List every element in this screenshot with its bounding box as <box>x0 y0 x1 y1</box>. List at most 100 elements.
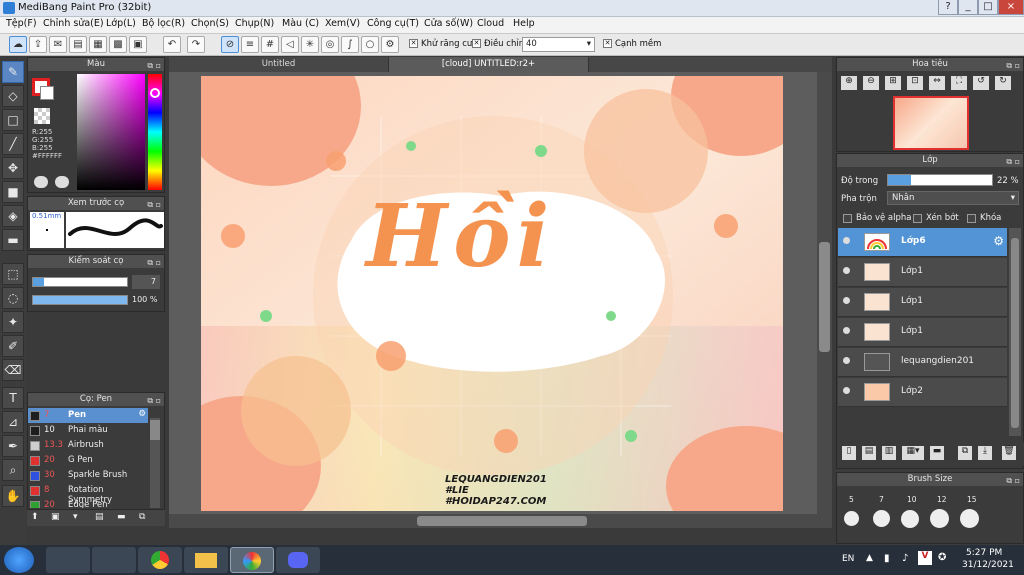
layer-settings-gear-icon[interactable]: ⚙ <box>993 234 1004 248</box>
brush-size-preset[interactable] <box>873 510 890 527</box>
panel-menu-icon[interactable]: ⧉ ▫ <box>1006 155 1020 168</box>
brush-copy-icon[interactable]: ⧉ <box>139 512 145 522</box>
color-wheel-icon[interactable] <box>55 176 69 188</box>
menu-filter[interactable]: Bộ lọc(R) <box>142 18 185 29</box>
menu-view[interactable]: Xem(V) <box>325 18 360 29</box>
menu-cloud[interactable]: Cloud <box>477 18 504 29</box>
menu-layer[interactable]: Lớp(L) <box>106 18 136 29</box>
tab-cloud-untitled[interactable]: [cloud] UNTITLED:r2+ <box>389 57 589 72</box>
brush-opacity-slider[interactable] <box>32 295 128 305</box>
minimize-button[interactable]: _ <box>958 0 978 15</box>
media-player-icon[interactable] <box>46 547 90 573</box>
help-window-button[interactable]: ? <box>938 0 958 15</box>
duplicate-layer-icon[interactable]: ⧉ <box>958 446 972 460</box>
unikey-icon[interactable]: V <box>918 551 932 565</box>
brush-item-airbrush[interactable]: 13.3 Airbrush <box>28 438 148 453</box>
brush-size-slider[interactable] <box>32 277 128 287</box>
protect-alpha-checkbox[interactable] <box>843 214 852 223</box>
flip-icon[interactable]: ⇔ <box>929 76 945 90</box>
start-button[interactable] <box>4 547 34 573</box>
brush-item-fade[interactable]: 10 Phai màu <box>28 423 148 438</box>
select-rect-tool-icon[interactable]: ⬚ <box>2 263 24 285</box>
shape-tool-icon[interactable]: ■ <box>2 181 24 203</box>
menu-capture[interactable]: Chụp(N) <box>235 18 274 29</box>
select-pen-tool-icon[interactable]: ✐ <box>2 335 24 357</box>
document-icon[interactable]: ▦ <box>89 36 107 53</box>
layer-row[interactable]: Lớp1 <box>838 258 1007 287</box>
lock-checkbox[interactable] <box>967 214 976 223</box>
layer-visibility-icon[interactable] <box>843 357 850 364</box>
file-explorer-icon[interactable] <box>184 547 228 573</box>
hand-tool-icon[interactable]: ✋ <box>2 485 24 507</box>
panel-menu-icon[interactable]: ⧉ ▫ <box>147 256 161 269</box>
correction-select[interactable]: 40 ▾ <box>522 37 595 52</box>
delete-layer-icon[interactable]: 🗑 <box>1002 446 1016 460</box>
tab-untitled[interactable]: Untitled <box>169 57 389 72</box>
brush-size-value[interactable]: 7 <box>132 275 160 289</box>
parallel-snap-icon[interactable]: ≡ <box>241 36 259 53</box>
sharp-checkbox[interactable]: ✕ <box>603 39 612 48</box>
add-brush-icon[interactable]: ⬆ <box>31 512 39 522</box>
layer-row[interactable]: lequangdien201 <box>838 348 1007 377</box>
lasso-tool-icon[interactable]: ◌ <box>2 287 24 309</box>
brush-options-icon[interactable]: ▾ <box>73 512 78 522</box>
language-indicator[interactable]: EN <box>842 554 854 564</box>
menu-select[interactable]: Chọn(S) <box>191 18 229 29</box>
tray-expand-icon[interactable]: ▲ <box>866 553 873 563</box>
layer-visibility-icon[interactable] <box>843 327 850 334</box>
merge-layer-icon[interactable]: ⤓ <box>978 446 992 460</box>
concentric-snap-icon[interactable]: ◎ <box>321 36 339 53</box>
brush-size-preset[interactable] <box>844 511 859 526</box>
app-icon-green[interactable] <box>92 547 136 573</box>
palette-icon[interactable] <box>34 176 48 188</box>
fit-icon[interactable]: ⊞ <box>885 76 901 90</box>
brush-new-folder-icon[interactable]: ▬ <box>117 512 126 522</box>
rotate-left-icon[interactable]: ↺ <box>973 76 989 90</box>
actual-size-icon[interactable]: ⊡ <box>907 76 923 90</box>
layer-row[interactable]: Lớp1 <box>838 288 1007 317</box>
brush-item-sparkle[interactable]: 30 Sparkle Brush <box>28 468 148 483</box>
save-icon[interactable]: ▣ <box>129 36 147 53</box>
hue-handle[interactable] <box>150 88 160 98</box>
new-halftone-layer-icon[interactable]: ▤ <box>862 446 876 460</box>
new-layer-icon[interactable]: ▯ <box>842 446 856 460</box>
new-file-icon[interactable]: ▤ <box>69 36 87 53</box>
layer-folder-icon[interactable]: ▬ <box>930 446 944 460</box>
layer-row[interactable]: Lớp1 <box>838 318 1007 347</box>
text-tool-icon[interactable]: T <box>2 387 24 409</box>
eraser-tool-icon[interactable]: ◇ <box>2 85 24 107</box>
network-icon[interactable]: ▮ <box>884 553 890 564</box>
canvas-vertical-scrollbar[interactable] <box>817 72 832 514</box>
clock-time[interactable]: 5:27 PM <box>966 548 1002 558</box>
redo-icon[interactable]: ↷ <box>187 36 205 53</box>
snap-off-icon[interactable]: ⊘ <box>221 36 239 53</box>
menu-color[interactable]: Màu (C) <box>282 18 319 29</box>
add-layer-dropdown-icon[interactable]: ▦▾ <box>902 446 924 460</box>
chrome-icon[interactable] <box>138 547 182 573</box>
brush-settings-gear-icon[interactable]: ⚙ <box>138 409 146 419</box>
color-saturation-field[interactable] <box>77 74 145 190</box>
upload-icon[interactable]: ⇪ <box>29 36 47 53</box>
layer-visibility-icon[interactable] <box>843 387 850 394</box>
layer-opacity-slider[interactable] <box>887 174 993 186</box>
radial-snap-icon[interactable]: ✳ <box>301 36 319 53</box>
tray-app-icon[interactable]: ✪ <box>938 552 946 563</box>
fullscreen-icon[interactable]: ⛶ <box>951 76 967 90</box>
vanishing-point-icon[interactable]: ◁ <box>281 36 299 53</box>
eyedropper-tool-icon[interactable]: ✒ <box>2 435 24 457</box>
correction-checkbox[interactable]: ✕ <box>472 39 481 48</box>
menu-tools[interactable]: Công cụ(T) <box>367 18 419 29</box>
artwork-canvas[interactable]: Hồi LEQUANGDIEN201 #LIE #HOIDAP247.COM <box>201 76 783 511</box>
menu-window[interactable]: Cửa số(W) <box>424 18 473 29</box>
clipping-checkbox[interactable] <box>913 214 922 223</box>
snap-settings-gear-icon[interactable]: ⚙ <box>381 36 399 53</box>
circle-snap-icon[interactable]: ○ <box>361 36 379 53</box>
maximize-button[interactable]: □ <box>978 0 998 15</box>
layers-scroll-thumb[interactable] <box>1011 238 1019 428</box>
volume-icon[interactable]: ♪ <box>902 553 908 564</box>
brush-list-scrollbar[interactable] <box>150 418 160 508</box>
menu-help[interactable]: Help <box>513 18 535 29</box>
select-eraser-tool-icon[interactable]: ⌫ <box>2 359 24 381</box>
brush-size-preset[interactable] <box>960 509 979 528</box>
brush-doc-icon[interactable]: ▤ <box>95 512 104 522</box>
